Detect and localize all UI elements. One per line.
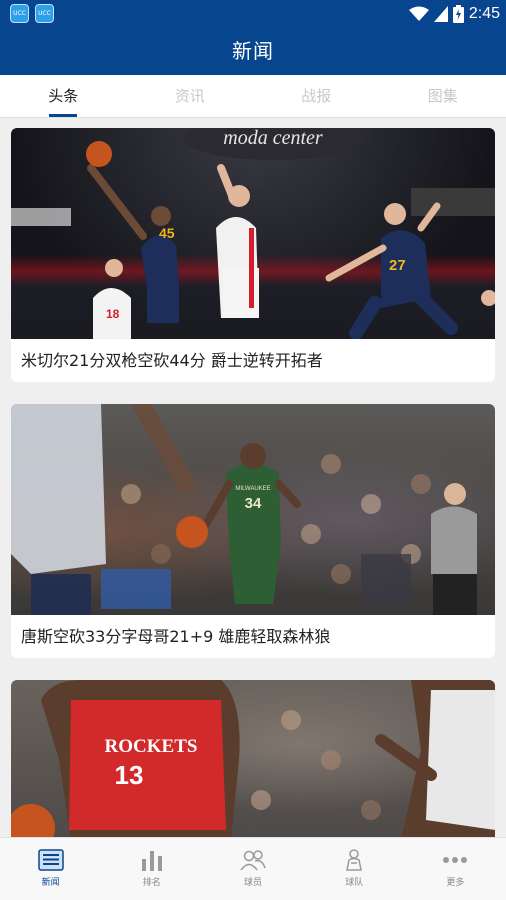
arena-sign: moda center	[223, 128, 323, 149]
nav-team[interactable]: 球队	[304, 838, 405, 900]
battery-charging-icon	[452, 4, 464, 23]
news-card[interactable]: ROCKETS 13	[11, 680, 495, 840]
players-icon	[240, 850, 266, 871]
news-icon	[37, 849, 64, 871]
svg-text:18: 18	[106, 307, 120, 321]
nav-more[interactable]: 更多	[405, 838, 506, 900]
nav-players[interactable]: 球员	[202, 838, 303, 900]
nav-label: 更多	[446, 878, 465, 888]
news-card[interactable]: MILWAUKEE 34 唐斯空砍33分字母哥21+9 雄鹿轻取森林狼	[11, 404, 495, 658]
news-photo: MILWAUKEE 34	[11, 404, 495, 615]
news-photo: moda center 45 18 27	[11, 128, 495, 339]
tab-gallery[interactable]: 图集	[380, 75, 506, 117]
bottom-navigation: 新闻 排名 球员 球队 更多	[0, 837, 506, 900]
ranking-icon	[141, 851, 162, 871]
svg-text:27: 27	[389, 257, 406, 274]
svg-text:MILWAUKEE: MILWAUKEE	[235, 486, 270, 492]
news-title[interactable]: 米切尔21分双枪空砍44分 爵士逆转开拓者	[11, 339, 495, 382]
news-card[interactable]: moda center 45 18 27 米切尔21分双枪空砍44分 爵士逆转开…	[11, 128, 495, 382]
nav-news[interactable]: 新闻	[0, 838, 101, 900]
tab-game-reports[interactable]: 战报	[253, 75, 380, 117]
news-title[interactable]: 唐斯空砍33分字母哥21+9 雄鹿轻取森林狼	[11, 615, 495, 658]
svg-text:34: 34	[245, 495, 262, 512]
wifi-icon	[408, 6, 429, 21]
news-feed: moda center 45 18 27 米切尔21分双枪空砍44分 爵士逆转开…	[11, 128, 495, 862]
nav-label: 新闻	[41, 878, 60, 888]
app-notification-icon: UCC	[35, 4, 54, 23]
news-photo: ROCKETS 13	[11, 680, 495, 840]
team-icon	[346, 849, 363, 871]
tab-headlines[interactable]: 头条	[0, 75, 127, 117]
status-bar: UCC UCC 2:45	[0, 0, 506, 27]
svg-text:ROCKETS: ROCKETS	[105, 736, 198, 757]
more-icon	[443, 857, 468, 863]
category-tabs: 头条 资讯 战报 图集	[0, 75, 506, 118]
tab-news[interactable]: 资讯	[127, 75, 254, 117]
clock: 2:45	[468, 4, 500, 22]
rockets-vs-spurs-photo: ROCKETS 13	[11, 680, 495, 840]
signal-icon	[433, 5, 448, 22]
nav-ranking[interactable]: 排名	[101, 838, 202, 900]
page-title: 新闻	[232, 39, 274, 63]
jazz-vs-blazers-photo: moda center 45 18 27	[11, 128, 495, 339]
app-notification-icon: UCC	[10, 4, 29, 23]
bucks-vs-timberwolves-photo: MILWAUKEE 34	[11, 404, 477, 615]
svg-text:45: 45	[159, 225, 175, 241]
nav-label: 球队	[345, 878, 364, 888]
nav-label: 球员	[244, 878, 263, 888]
svg-text:13: 13	[115, 760, 144, 790]
nav-label: 排名	[142, 878, 161, 888]
app-header: 新闻	[0, 27, 506, 75]
